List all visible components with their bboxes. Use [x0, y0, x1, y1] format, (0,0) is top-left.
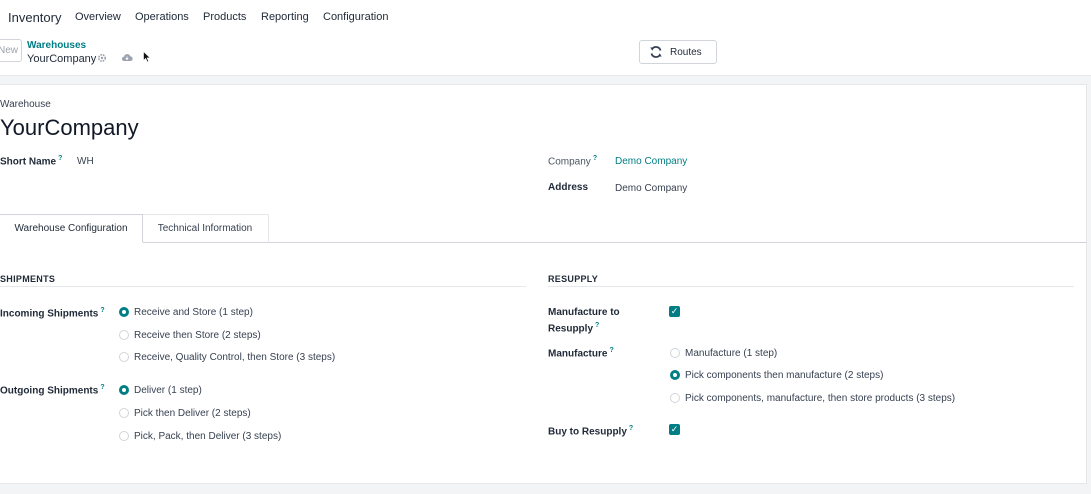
menu-products[interactable]: Products [203, 11, 246, 23]
manufacture-label: Manufacture? [548, 347, 614, 360]
short-name-field[interactable]: WH [77, 156, 94, 167]
outgoing-help-icon[interactable]: ? [100, 384, 104, 391]
manufacture-to-resupply-label-line1: Manufacture to [548, 307, 620, 318]
company-field[interactable]: Demo Company [615, 156, 687, 167]
short-name-label: Short Name? [0, 155, 63, 168]
manufacture-to-resupply-checkbox[interactable]: ✓ [669, 306, 680, 317]
routes-button-label: Routes [670, 47, 702, 58]
incoming-radio-3[interactable] [119, 352, 129, 362]
buy-to-resupply-label: Buy to Resupply? [548, 425, 634, 438]
new-button-label: New [0, 45, 18, 56]
menu-reporting[interactable]: Reporting [261, 11, 309, 23]
resupply-divider [548, 286, 1074, 287]
incoming-option-2[interactable]: Receive then Store (2 steps) [134, 330, 261, 341]
shipments-section-title: SHIPMENTS [0, 274, 56, 284]
menu-overview[interactable]: Overview [75, 11, 121, 23]
company-help-icon[interactable]: ? [593, 155, 597, 162]
incoming-option-3[interactable]: Receive, Quality Control, then Store (3 … [134, 352, 335, 363]
routes-button[interactable]: Routes [639, 40, 717, 64]
menu-configuration[interactable]: Configuration [323, 11, 388, 23]
manufacture-to-resupply-label-line2: Resupply? [548, 322, 600, 335]
record-title[interactable]: YourCompany [0, 115, 139, 141]
form-sheet: Warehouse YourCompany Short Name? WH Com… [0, 84, 1087, 484]
tab-technical-information[interactable]: Technical Information [142, 214, 269, 243]
manufacture-help-icon[interactable]: ? [609, 347, 613, 354]
address-field[interactable]: Demo Company [615, 183, 687, 194]
outgoing-shipments-label: Outgoing Shipments? [0, 384, 105, 397]
breadcrumb-current: YourCompany [27, 53, 97, 65]
record-kind-label: Warehouse [0, 99, 51, 110]
breadcrumb-warehouses[interactable]: Warehouses [27, 40, 86, 51]
outgoing-option-2[interactable]: Pick then Deliver (2 steps) [134, 408, 251, 419]
manufacture-radio-2[interactable] [670, 370, 680, 380]
gear-icon[interactable] [97, 53, 107, 66]
incoming-option-1[interactable]: Receive and Store (1 step) [134, 307, 253, 318]
page-bottom-background [0, 484, 1091, 494]
buy-help-icon[interactable]: ? [629, 425, 633, 432]
control-panel: New Warehouses YourCompany Routes [0, 34, 1091, 76]
cloud-save-icon[interactable] [121, 53, 133, 65]
manufacture-option-3[interactable]: Pick components, manufacture, then store… [685, 393, 955, 404]
outgoing-option-3[interactable]: Pick, Pack, then Deliver (3 steps) [134, 431, 281, 442]
buy-to-resupply-checkbox[interactable]: ✓ [669, 424, 680, 435]
incoming-radio-1[interactable] [119, 307, 129, 317]
new-button[interactable]: New [0, 39, 22, 62]
incoming-help-icon[interactable]: ? [100, 307, 104, 314]
outgoing-radio-2[interactable] [119, 408, 129, 418]
company-label: Company? [548, 155, 598, 168]
address-label: Address [548, 182, 589, 193]
manufacture-to-resupply-help-icon[interactable]: ? [595, 322, 599, 329]
short-name-help-icon[interactable]: ? [58, 155, 62, 162]
manufacture-option-2[interactable]: Pick components then manufacture (2 step… [685, 370, 883, 381]
incoming-shipments-label: Incoming Shipments? [0, 307, 105, 320]
shipments-divider [0, 286, 526, 287]
manufacture-radio-3[interactable] [670, 393, 680, 403]
tab-warehouse-configuration[interactable]: Warehouse Configuration [0, 214, 143, 243]
outgoing-radio-1[interactable] [119, 385, 129, 395]
refresh-icon [649, 45, 663, 62]
manufacture-option-1[interactable]: Manufacture (1 step) [685, 348, 777, 359]
resupply-section-title: RESUPPLY [548, 274, 599, 284]
outgoing-radio-3[interactable] [119, 431, 129, 441]
top-navbar: Inventory Overview Operations Products R… [0, 0, 1091, 34]
incoming-radio-2[interactable] [119, 330, 129, 340]
manufacture-radio-1[interactable] [670, 348, 680, 358]
app-name[interactable]: Inventory [8, 10, 61, 25]
mouse-cursor-icon [143, 50, 151, 66]
menu-operations[interactable]: Operations [135, 11, 189, 23]
outgoing-option-1[interactable]: Deliver (1 step) [134, 385, 202, 396]
